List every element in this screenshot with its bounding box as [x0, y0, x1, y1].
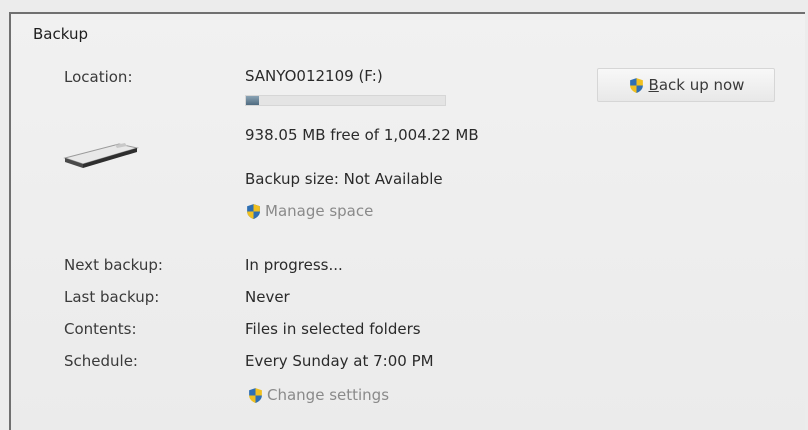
backup-panel: Backup Location: SANYO012109 (F:) 938.05… [9, 12, 805, 430]
manage-space-link[interactable]: Manage space [245, 202, 373, 220]
next-backup-label: Next backup: [64, 256, 163, 274]
usb-drive-icon [63, 143, 139, 168]
change-settings-link[interactable]: Change settings [247, 386, 389, 404]
uac-shield-icon [247, 203, 260, 219]
uac-shield-icon [629, 77, 643, 93]
next-backup-value: In progress... [245, 256, 343, 274]
section-title: Backup [33, 25, 88, 43]
drive-usage-bar [245, 95, 446, 106]
last-backup-value: Never [245, 288, 290, 306]
back-up-now-label: Back up now [649, 76, 745, 94]
drive-usage-fill [246, 96, 260, 105]
last-backup-label: Last backup: [64, 288, 160, 306]
location-label: Location: [64, 68, 133, 86]
change-settings-label: Change settings [267, 386, 390, 404]
back-up-now-button[interactable]: Back up now [597, 68, 775, 102]
contents-value: Files in selected folders [245, 320, 421, 338]
schedule-value: Every Sunday at 7:00 PM [245, 352, 434, 370]
free-space-text: 938.05 MB free of 1,004.22 MB [245, 126, 479, 144]
manage-space-label: Manage space [265, 202, 374, 220]
uac-shield-icon [249, 387, 262, 403]
contents-label: Contents: [64, 320, 137, 338]
schedule-label: Schedule: [64, 352, 138, 370]
backup-size-text: Backup size: Not Available [245, 170, 443, 188]
back-up-now-label-rest: ack up now [658, 76, 745, 94]
access-key: B [648, 76, 659, 94]
drive-name: SANYO012109 (F:) [245, 67, 383, 85]
